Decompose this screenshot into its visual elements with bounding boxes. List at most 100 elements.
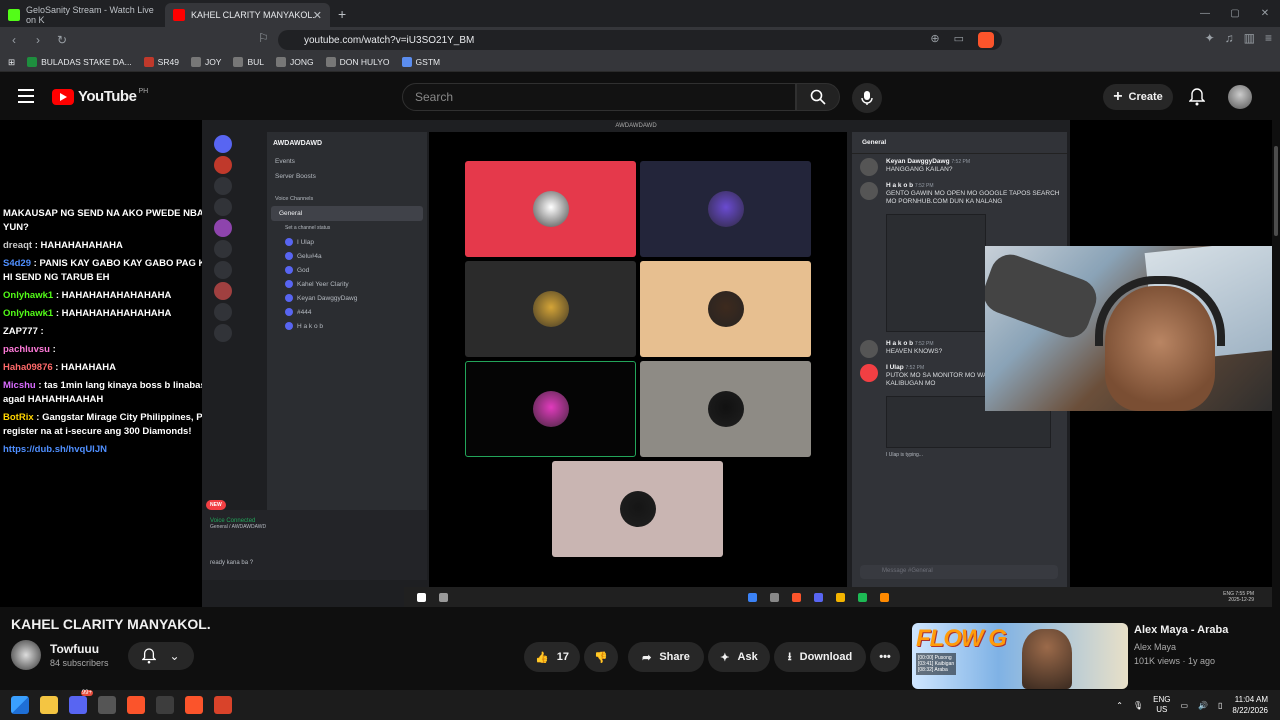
channel-avatar[interactable] xyxy=(11,640,41,670)
close-tab-icon[interactable]: ✕ xyxy=(313,9,322,22)
notifications-button[interactable] xyxy=(1188,88,1206,111)
message-input: Message #General xyxy=(860,565,1058,579)
share-icon: ➦ xyxy=(642,651,652,664)
chat-username: ZAP777 xyxy=(3,326,38,337)
youtube-play-icon xyxy=(52,88,74,105)
network-icon[interactable]: ▭ xyxy=(1180,701,1188,710)
search-button[interactable] xyxy=(796,83,840,111)
bookmark-favicon-icon xyxy=(190,57,201,67)
brave-browser-icon[interactable] xyxy=(127,696,145,714)
discord-titlebar: AWDAWDAWD xyxy=(202,120,1070,132)
ask-label: Ask xyxy=(737,651,758,663)
channel-name[interactable]: Towfuuu xyxy=(50,642,99,656)
minimize-icon[interactable]: — xyxy=(1190,0,1220,27)
maximize-icon[interactable]: ▢ xyxy=(1220,0,1250,27)
brave-shield-icon[interactable] xyxy=(978,32,994,48)
hamburger-menu-icon[interactable] xyxy=(18,89,34,107)
youtube-logo[interactable]: YouTube PH xyxy=(52,88,148,105)
close-window-icon[interactable]: ✕ xyxy=(1250,0,1280,27)
file-explorer-icon[interactable] xyxy=(40,696,58,714)
sidebar-icon[interactable]: ▥ xyxy=(1244,31,1255,45)
page-scrollbar[interactable] xyxy=(1272,120,1280,690)
sparkle-icon: ✦ xyxy=(720,651,730,664)
back-icon[interactable]: ‹ xyxy=(4,33,24,47)
forward-icon[interactable]: › xyxy=(28,33,48,47)
recommended-channel: Alex Maya xyxy=(1134,642,1177,652)
thumbs-down-icon: 👎 xyxy=(594,651,608,664)
new-tab-button[interactable]: + xyxy=(338,6,346,22)
settings-icon[interactable] xyxy=(98,696,116,714)
more-actions-button[interactable]: ••• xyxy=(870,642,900,672)
bell-icon xyxy=(1188,88,1206,106)
chat-text: : HAHAHAHA xyxy=(55,362,116,373)
chat-username: Onlyhawk1 xyxy=(3,290,54,301)
subscription-bell-button[interactable]: ⌄ xyxy=(128,642,194,670)
recommended-thumbnail[interactable]: FLOW G [00:00] Pusong [03:41] Kaibigan [08… xyxy=(912,623,1128,689)
thumbnail-text: FLOW G xyxy=(916,625,1007,652)
voice-search-button[interactable] xyxy=(852,83,882,113)
plus-icon: + xyxy=(1113,88,1123,105)
recommended-title[interactable]: Alex Maya - Araba xyxy=(1134,624,1228,636)
bookmark-label: SR49 xyxy=(157,57,179,67)
system-clock[interactable]: 11:04 AM 8/22/2026 xyxy=(1232,694,1268,716)
battery-icon[interactable]: ▯ xyxy=(1218,701,1222,710)
video-player[interactable]: MAKAUSAP NG SEND NA AKO PWEDE NBA YUN? dr… xyxy=(0,120,1280,607)
url-field[interactable]: youtube.com/watch?v=iU3SO21Y_BM ⊕ ▭ xyxy=(278,30,1002,50)
reload-icon[interactable]: ↻ xyxy=(52,33,72,47)
video-title: KAHEL CLARITY MANYAKOL. xyxy=(11,616,211,632)
extensions-icon[interactable]: ✦ xyxy=(1205,31,1215,45)
language-indicator[interactable]: ENG US xyxy=(1153,695,1170,715)
chevron-up-icon[interactable]: ⌃ xyxy=(1116,701,1123,710)
microphone-icon[interactable]: 🎙 xyxy=(1133,701,1143,710)
microphone-icon xyxy=(861,91,873,105)
chat-line: pachluvsu : xyxy=(0,341,225,359)
dislike-button[interactable]: 👎 xyxy=(584,642,618,672)
zoom-icon[interactable]: ⊕ xyxy=(930,32,939,48)
like-button[interactable]: 👍 17 xyxy=(524,642,580,672)
window-controls: — ▢ ✕ xyxy=(1190,0,1280,27)
streamer-face xyxy=(1105,286,1215,411)
chat-message: H a k o b 7:52 PM GENTO GAWIN MO OPEN MO … xyxy=(852,178,1067,210)
bookmark-icon[interactable]: ⚐ xyxy=(258,31,269,45)
search-input[interactable]: Search xyxy=(402,83,796,111)
browser-tab-kick[interactable]: GeloSanity Stream - Watch Live on K xyxy=(0,3,165,27)
bookmark-item[interactable]: DON HULYO xyxy=(325,57,390,67)
browser-tab-youtube[interactable]: KAHEL CLARITY MANYAKOL. ✕ xyxy=(165,3,330,27)
server-icon xyxy=(214,198,232,216)
message-author: I Ulap xyxy=(886,364,904,371)
discord-video-grid xyxy=(429,132,847,587)
chat-text: : PANIS KAY GABO KAY GABO PAG KA HI SEND… xyxy=(3,258,212,283)
music-icon[interactable]: ♫ xyxy=(1225,31,1234,45)
menu-icon[interactable]: ≡ xyxy=(1265,31,1272,45)
discord-window: AWDAWDAWD AWDAWDAWD Events Server Boosts… xyxy=(202,120,1272,607)
obs-icon[interactable] xyxy=(156,696,174,714)
windows-start-icon[interactable] xyxy=(11,696,29,714)
brave-browser-icon[interactable] xyxy=(185,696,203,714)
download-button[interactable]: ⭳ Download xyxy=(774,642,866,672)
account-avatar[interactable] xyxy=(1228,85,1252,109)
discord-taskbar-icon[interactable]: 99+ xyxy=(69,690,93,714)
scrollbar-thumb[interactable] xyxy=(1274,146,1278,236)
cast-icon[interactable]: ▭ xyxy=(954,32,964,48)
search-icon xyxy=(810,89,826,105)
bookmark-item[interactable]: JONG xyxy=(276,57,314,67)
bookmark-item[interactable]: BUL xyxy=(233,57,264,67)
volume-icon[interactable]: 🔊 xyxy=(1198,701,1208,710)
ask-button[interactable]: ✦ Ask xyxy=(708,642,770,672)
participant-avatar xyxy=(532,291,569,327)
share-button[interactable]: ➦ Share xyxy=(628,642,704,672)
tab-title: GeloSanity Stream - Watch Live on K xyxy=(26,5,154,25)
message-text: HEAVEN KNOWS? xyxy=(886,348,943,355)
voice-user: God xyxy=(267,263,427,277)
bookmark-label: BULADAS STAKE DA... xyxy=(41,57,132,67)
brave-browser-icon[interactable] xyxy=(214,696,232,714)
voice-connected-panel: Voice Connected General / AWDAWDAWD read… xyxy=(202,510,427,580)
create-button[interactable]: + Create xyxy=(1103,84,1173,110)
apps-grid-icon[interactable]: ⊞ xyxy=(8,57,15,68)
bookmark-item[interactable]: GSTM xyxy=(401,57,440,67)
bookmark-item[interactable]: BULADAS STAKE DA... xyxy=(27,57,132,67)
bookmark-item[interactable]: SR49 xyxy=(143,57,179,67)
bookmark-item[interactable]: JOY xyxy=(190,57,221,67)
clock-date: 2025-12-29 xyxy=(1228,597,1254,603)
webcam-overlay xyxy=(985,246,1280,411)
